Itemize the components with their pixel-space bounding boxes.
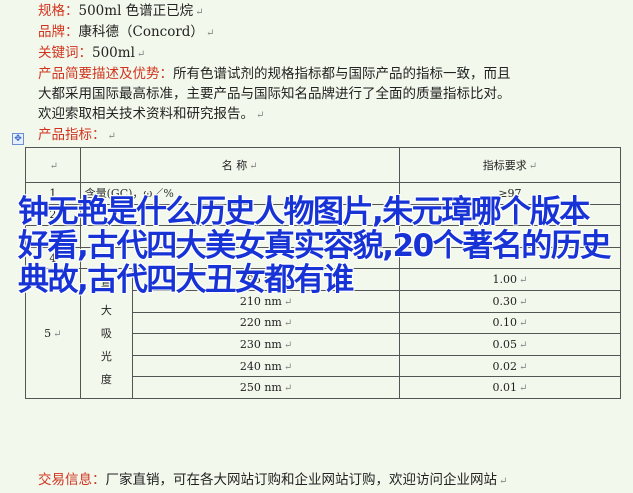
uv-wavelength: 240 nm ↵ bbox=[132, 354, 400, 378]
keyword-line: 关键词：500ml ↵ bbox=[38, 43, 145, 65]
brand-line: 品牌：康科德（Concord） ↵ bbox=[38, 22, 214, 44]
table-header-row: ↵ 名 称 ↵ 指标要求 ↵ bbox=[25, 147, 622, 183]
header-name: 名 称 bbox=[221, 159, 248, 172]
paragraph-mark-icon: ↵ bbox=[195, 7, 204, 18]
paragraph-mark-icon: ↵ bbox=[249, 161, 258, 172]
paragraph-mark-icon: ↵ bbox=[256, 110, 265, 121]
paragraph-mark-icon: ↵ bbox=[107, 131, 116, 142]
header-req: 指标要求 bbox=[482, 159, 527, 172]
uv-group-char: 光 bbox=[100, 350, 112, 364]
trade-line: 交易信息：厂家直销，可在各大网站订购和企业网站订购，欢迎访问企业网站 ↵ bbox=[38, 470, 507, 492]
paragraph-mark-icon: ↵ bbox=[49, 160, 58, 172]
brand-value: 康科德（Concord） bbox=[78, 24, 204, 40]
intro-line-2: 大都采用国际最高标准，主要产品与国际知名品牌进行了全面的质量指标比对。 bbox=[38, 84, 511, 104]
indicators-label: 产品指标： bbox=[38, 127, 106, 143]
keyword-value: 500ml bbox=[92, 45, 135, 61]
uv-group-char: 度 bbox=[100, 373, 112, 387]
keyword-label: 关键词： bbox=[38, 45, 92, 61]
uv-no: 5 bbox=[44, 327, 52, 341]
uv-value: 0.05 ↵ bbox=[398, 333, 622, 356]
uv-group-char: 大 bbox=[100, 304, 112, 318]
header-no-cell: ↵ bbox=[25, 147, 81, 183]
trade-label: 交易信息： bbox=[38, 472, 106, 488]
spec-label: 规格： bbox=[38, 3, 79, 19]
paragraph-mark-icon: ↵ bbox=[53, 329, 62, 341]
indicators-line: 产品指标： ↵ bbox=[38, 125, 116, 147]
uv-wavelength: 250 nm ↵ bbox=[132, 376, 400, 399]
paragraph-mark-icon: ↵ bbox=[136, 49, 146, 60]
brand-label: 品牌： bbox=[38, 24, 79, 40]
uv-value: 0.02 ↵ bbox=[398, 354, 622, 378]
table-move-handle-icon[interactable]: ✥ bbox=[12, 133, 24, 145]
intro-text-3: 欢迎索取相关技术资料和研究报告。 bbox=[38, 106, 254, 122]
uv-value: 0.10 ↵ bbox=[398, 311, 622, 335]
intro-line-3: 欢迎索取相关技术资料和研究报告。 ↵ bbox=[38, 104, 264, 126]
intro-text-1: 所有色谱试剂的规格指标都与国际产品的指标一致，而且 bbox=[173, 66, 511, 82]
uv-group-char: 吸 bbox=[100, 327, 112, 341]
intro-line-1: 产品简要描述及优势：所有色谱试剂的规格指标都与国际产品的指标一致，而且 bbox=[38, 64, 511, 84]
intro-text-2: 大都采用国际最高标准，主要产品与国际知名品牌进行了全面的质量指标比对。 bbox=[38, 86, 511, 102]
spec-line: 规格：500ml 色谱正已烷 ↵ bbox=[38, 1, 204, 23]
paragraph-mark-icon: ↵ bbox=[528, 161, 538, 172]
uv-value: 0.01 ↵ bbox=[398, 376, 622, 399]
intro-label: 产品简要描述及优势： bbox=[38, 66, 173, 82]
header-name-cell: 名 称 ↵ bbox=[79, 147, 400, 183]
uv-wavelength: 220 nm ↵ bbox=[132, 311, 400, 335]
trade-value: 厂家直销，可在各大网站订购和企业网站订购，欢迎访问企业网站 bbox=[105, 472, 498, 488]
header-req-cell: 指标要求 ↵ bbox=[398, 147, 622, 183]
overlay-headline: 钟无艳是什么历史人物图片,朱元璋哪个版本好看,古代四大美女真实容貌,20个著名的… bbox=[18, 194, 611, 298]
spec-value: 500ml 色谱正已烷 bbox=[78, 3, 194, 19]
paragraph-mark-icon: ↵ bbox=[205, 28, 215, 39]
paragraph-mark-icon: ↵ bbox=[499, 476, 508, 487]
uv-wavelength: 230 nm ↵ bbox=[132, 333, 400, 356]
